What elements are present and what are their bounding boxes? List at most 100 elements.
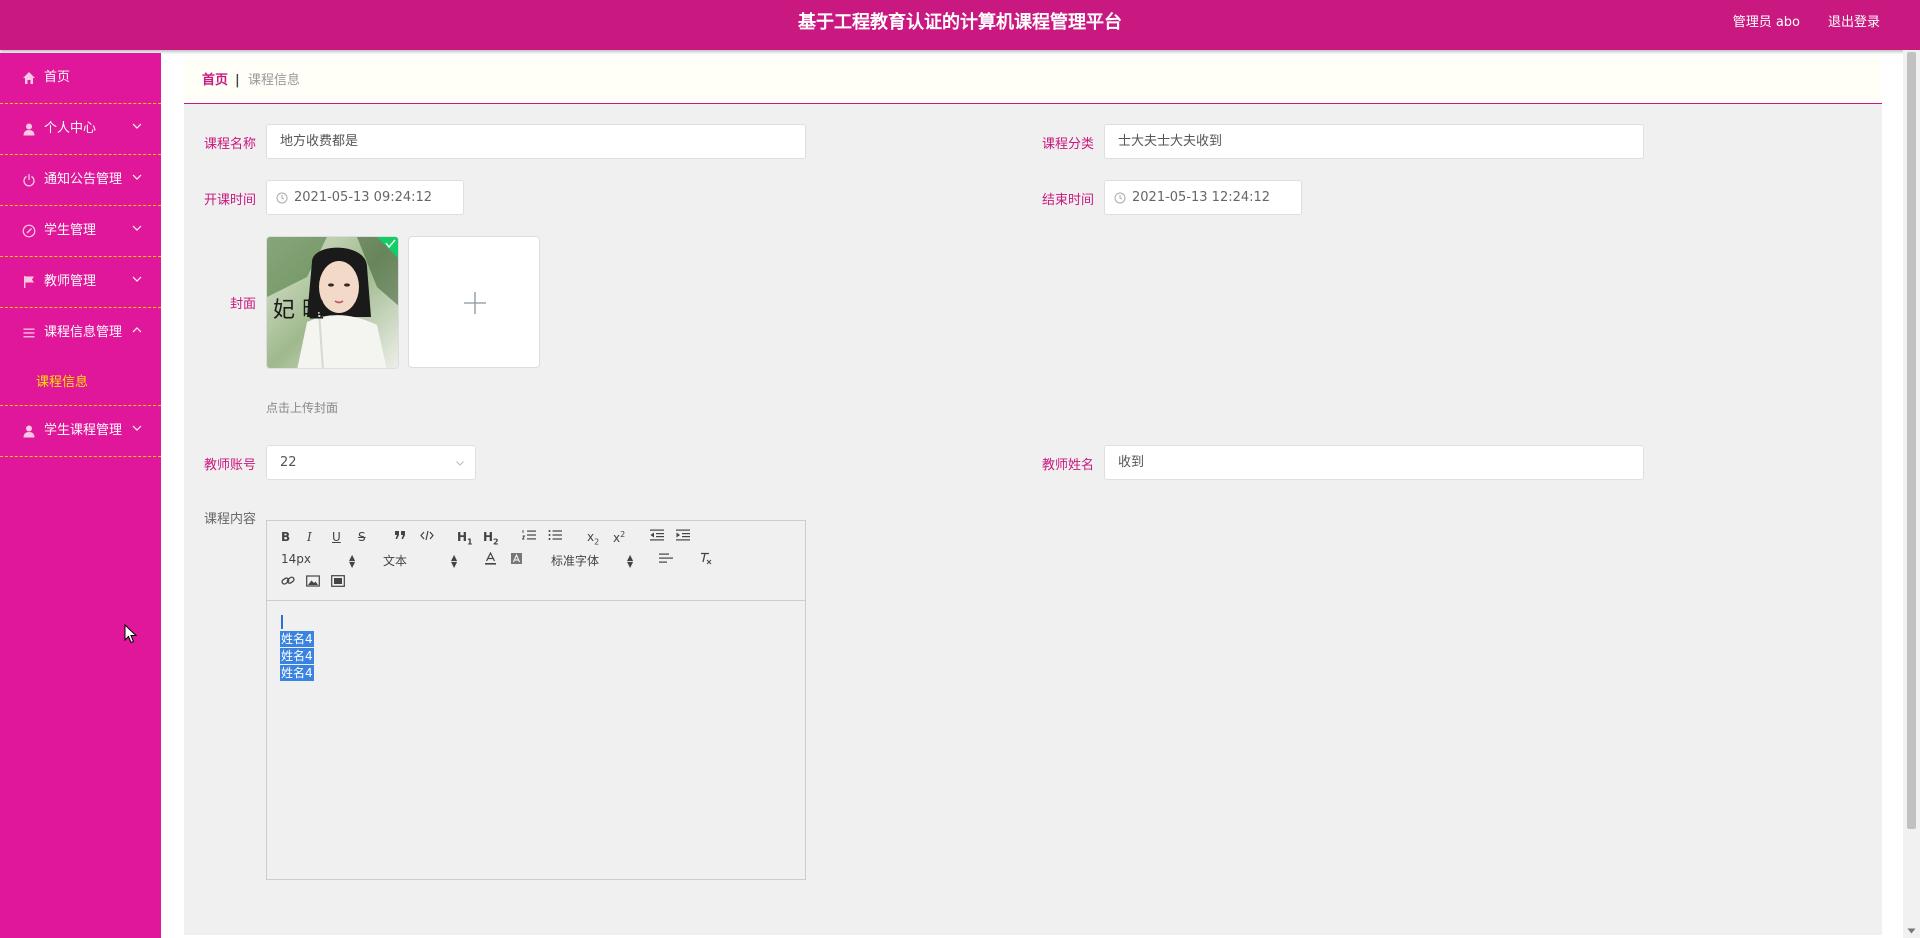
page-scrollbar[interactable] <box>1903 50 1920 938</box>
start-time-value: 2021-05-13 09:24:12 <box>294 190 433 205</box>
sidebar-item-label: 通知公告管理 <box>44 172 123 187</box>
font-size-value: 14px <box>281 552 311 566</box>
breadcrumb-home[interactable]: 首页 <box>202 57 228 104</box>
teacher-account-label: 教师账号 <box>203 458 256 473</box>
cover-photo: 妃 暄 <box>267 237 398 368</box>
link-icon <box>281 576 295 585</box>
sidebar-item-label: 教师管理 <box>44 274 97 289</box>
sidebar-item-label: 学生管理 <box>44 223 97 238</box>
sidebar-item-label: 个人中心 <box>44 121 97 136</box>
font-size-select[interactable]: 14px ▲ ▼ <box>281 552 361 569</box>
subscript-button[interactable]: x2 <box>587 530 599 546</box>
chevron-up-icon <box>132 327 142 333</box>
underline-button[interactable]: U <box>332 530 341 544</box>
image-button[interactable] <box>306 575 320 587</box>
outdent-icon <box>650 529 664 541</box>
start-time-label: 开课时间 <box>203 193 256 208</box>
font-color-button[interactable] <box>484 552 497 565</box>
sidebar-item-label: 课程信息管理 <box>44 325 123 340</box>
course-name-input[interactable]: 地方收费都是 <box>266 124 806 159</box>
clear-format-icon <box>701 552 712 565</box>
code-icon <box>420 530 434 541</box>
main-content: 首页 | 课程信息 课程名称 地方收费都是 课程分类 士大夫士大夫收到 开课时间… <box>184 57 1882 935</box>
indent-button[interactable] <box>676 529 690 541</box>
ordered-list-button[interactable] <box>522 529 536 541</box>
chevron-down-icon <box>132 425 142 431</box>
align-button[interactable] <box>659 553 673 564</box>
bold-button[interactable]: B <box>281 530 290 544</box>
code-block-button[interactable] <box>420 530 434 541</box>
sidebar-item-course-management[interactable]: 课程信息管理 课程信息 <box>0 308 161 406</box>
mouse-cursor-icon <box>124 624 138 644</box>
upload-hint: 点击上传封面 <box>266 401 339 415</box>
chevron-down-icon <box>132 276 142 282</box>
start-time-picker[interactable]: 2021-05-13 09:24:12 <box>266 180 464 215</box>
clear-format-button[interactable] <box>699 552 713 565</box>
h1-button[interactable]: H1 <box>457 530 473 546</box>
course-category-label: 课程分类 <box>1041 137 1094 152</box>
chevron-down-icon <box>132 123 142 129</box>
scrollbar-thumb[interactable] <box>1907 52 1916 829</box>
strike-button[interactable]: S <box>358 530 366 544</box>
sidebar-item-notice-management[interactable]: 通知公告管理 <box>0 155 161 206</box>
sidebar-item-personal-center[interactable]: 个人中心 <box>0 104 161 155</box>
indent-icon <box>676 529 690 541</box>
end-time-value: 2021-05-13 12:24:12 <box>1132 190 1271 205</box>
quote-icon <box>395 531 405 539</box>
editor-toolbar: B I U S H1 H2 x2 x2 14px ▲ ▼ 文本 ▲ ▼ 标准字体… <box>267 521 805 601</box>
app-title: 基于工程教育认证的计算机课程管理平台 <box>798 12 1122 33</box>
breadcrumb-separator: | <box>235 73 240 88</box>
superscript-button[interactable]: x2 <box>613 530 625 545</box>
scroll-down-arrow-icon[interactable] <box>1907 927 1916 935</box>
end-time-label: 结束时间 <box>1041 193 1094 208</box>
content-line: 姓名4 <box>280 631 314 647</box>
content-line: 姓名4 <box>280 648 314 664</box>
sidebar: 首页 个人中心 通知公告管理 学生管理 教师管理 课程信息管理 课程信息 学生课… <box>0 53 161 938</box>
cover-image[interactable]: 妃 暄 <box>266 236 399 369</box>
video-button[interactable] <box>331 575 345 587</box>
course-category-input[interactable]: 士大夫士大夫收到 <box>1104 124 1644 159</box>
bullet-list-icon <box>548 530 562 540</box>
flag-icon <box>24 276 34 288</box>
clock-icon <box>1114 192 1126 204</box>
editor-content[interactable]: 姓名4 姓名4 姓名4 <box>267 602 805 879</box>
cover-upload-button[interactable] <box>408 236 540 368</box>
power-icon <box>23 174 35 187</box>
chevron-down-icon <box>132 225 142 231</box>
italic-button[interactable]: I <box>307 530 312 544</box>
top-bar: 基于工程教育认证的计算机课程管理平台 管理员 abo 退出登录 <box>0 0 1920 50</box>
bullet-list-button[interactable] <box>548 529 562 541</box>
text-type-select[interactable]: 文本 ▲ ▼ <box>383 552 463 569</box>
h2-label: H <box>483 530 494 544</box>
clock-icon <box>276 192 288 204</box>
breadcrumb: 首页 | 课程信息 <box>184 57 1882 104</box>
compass-icon <box>22 224 36 238</box>
background-color-icon <box>511 553 522 564</box>
content-line: 姓名4 <box>280 665 314 681</box>
sidebar-item-home[interactable]: 首页 <box>0 53 161 104</box>
blockquote-button[interactable] <box>394 529 407 541</box>
font-family-select[interactable]: 标准字体 ▲ ▼ <box>551 552 641 569</box>
teacher-account-select[interactable]: 22 <box>266 445 476 480</box>
sidebar-item-student-management[interactable]: 学生管理 <box>0 206 161 257</box>
font-family-value: 标准字体 <box>551 554 600 568</box>
end-time-picker[interactable]: 2021-05-13 12:24:12 <box>1104 180 1302 215</box>
link-button[interactable] <box>281 575 295 587</box>
teacher-name-input[interactable]: 收到 <box>1104 445 1644 480</box>
text-type-value: 文本 <box>383 554 408 568</box>
breadcrumb-current: 课程信息 <box>248 73 301 88</box>
select-arrows-icon: ▲ ▼ <box>627 553 634 569</box>
cover-caption: 妃 暄 <box>273 298 324 323</box>
rich-text-editor: B I U S H1 H2 x2 x2 14px ▲ ▼ 文本 ▲ ▼ 标准字体… <box>266 520 806 880</box>
course-name-label: 课程名称 <box>203 137 256 152</box>
h2-button[interactable]: H2 <box>483 530 499 546</box>
outdent-button[interactable] <box>650 529 664 541</box>
sidebar-item-teacher-management[interactable]: 教师管理 <box>0 257 161 308</box>
font-color-icon <box>485 552 496 565</box>
sidebar-item-student-course-management[interactable]: 学生课程管理 <box>0 406 161 457</box>
chevron-down-icon <box>132 174 142 180</box>
background-color-button[interactable] <box>510 552 523 565</box>
logout-link[interactable]: 退出登录 <box>1828 0 1880 46</box>
sidebar-subitem-course-info[interactable]: 课程信息 <box>36 368 88 398</box>
select-arrows-icon: ▲ ▼ <box>451 553 458 569</box>
